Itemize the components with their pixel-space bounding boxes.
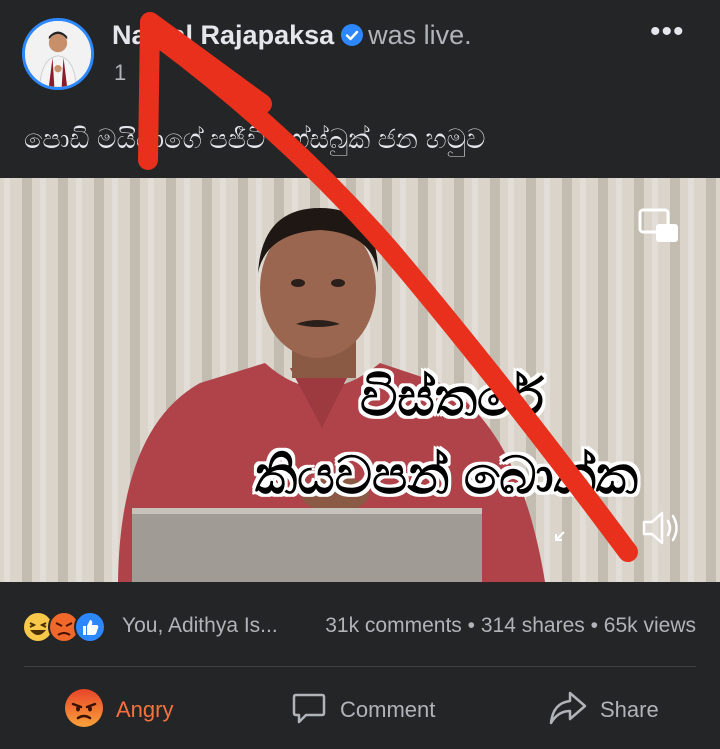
angry-label: Angry bbox=[116, 697, 174, 722]
comments-count[interactable]: 31k comments bbox=[325, 614, 462, 637]
comment-label: Comment bbox=[340, 697, 436, 722]
verified-badge-icon bbox=[340, 23, 364, 54]
share-button[interactable]: Share bbox=[548, 680, 659, 740]
overlay-text-line1: විස්තරේ bbox=[360, 369, 544, 427]
share-label: Share bbox=[600, 697, 659, 722]
picture-in-picture-icon[interactable] bbox=[638, 208, 680, 249]
post-stats: You, Adithya Is... 31k comments • 314 sh… bbox=[0, 606, 720, 646]
overlay-text-line2: කියවපන් බොක්ක bbox=[255, 447, 639, 505]
author-name[interactable]: Namal Rajapaksa bbox=[112, 20, 334, 50]
action-bar: Angry Comment Share bbox=[0, 680, 720, 740]
expand-icon[interactable] bbox=[552, 528, 568, 549]
separator: • bbox=[467, 614, 475, 637]
like-reaction-icon bbox=[74, 611, 106, 643]
separator: • bbox=[590, 614, 598, 637]
views-count: 65k views bbox=[603, 614, 696, 637]
reactors-text[interactable]: You, Adithya Is... bbox=[122, 614, 278, 638]
author-avatar[interactable] bbox=[22, 18, 94, 90]
video-player[interactable]: විස්තරේ කියවපන් බොක්ක bbox=[0, 178, 720, 582]
divider bbox=[24, 666, 696, 667]
post-time[interactable]: 1 bbox=[114, 60, 126, 86]
post-header: Namal Rajapaksa was live. 1 ••• bbox=[0, 0, 720, 110]
live-status: was live. bbox=[368, 20, 472, 50]
comment-button[interactable]: Comment bbox=[290, 680, 435, 740]
volume-icon[interactable] bbox=[640, 508, 682, 553]
engagement-counts: 31k comments • 314 shares • 65k views bbox=[325, 614, 696, 638]
comment-icon bbox=[290, 689, 328, 732]
shares-count[interactable]: 314 shares bbox=[481, 614, 585, 637]
angry-face-icon bbox=[64, 688, 104, 733]
reaction-icons[interactable] bbox=[22, 610, 118, 644]
more-options-icon[interactable]: ••• bbox=[650, 17, 685, 47]
author-line: Namal Rajapaksa was live. bbox=[112, 20, 472, 54]
angry-reaction-button[interactable]: Angry bbox=[64, 680, 173, 740]
post-caption: පොඩි මයියාගේ පජීවී ෆේස්බුක් ජන හමුව bbox=[24, 124, 486, 154]
share-icon bbox=[548, 689, 588, 732]
